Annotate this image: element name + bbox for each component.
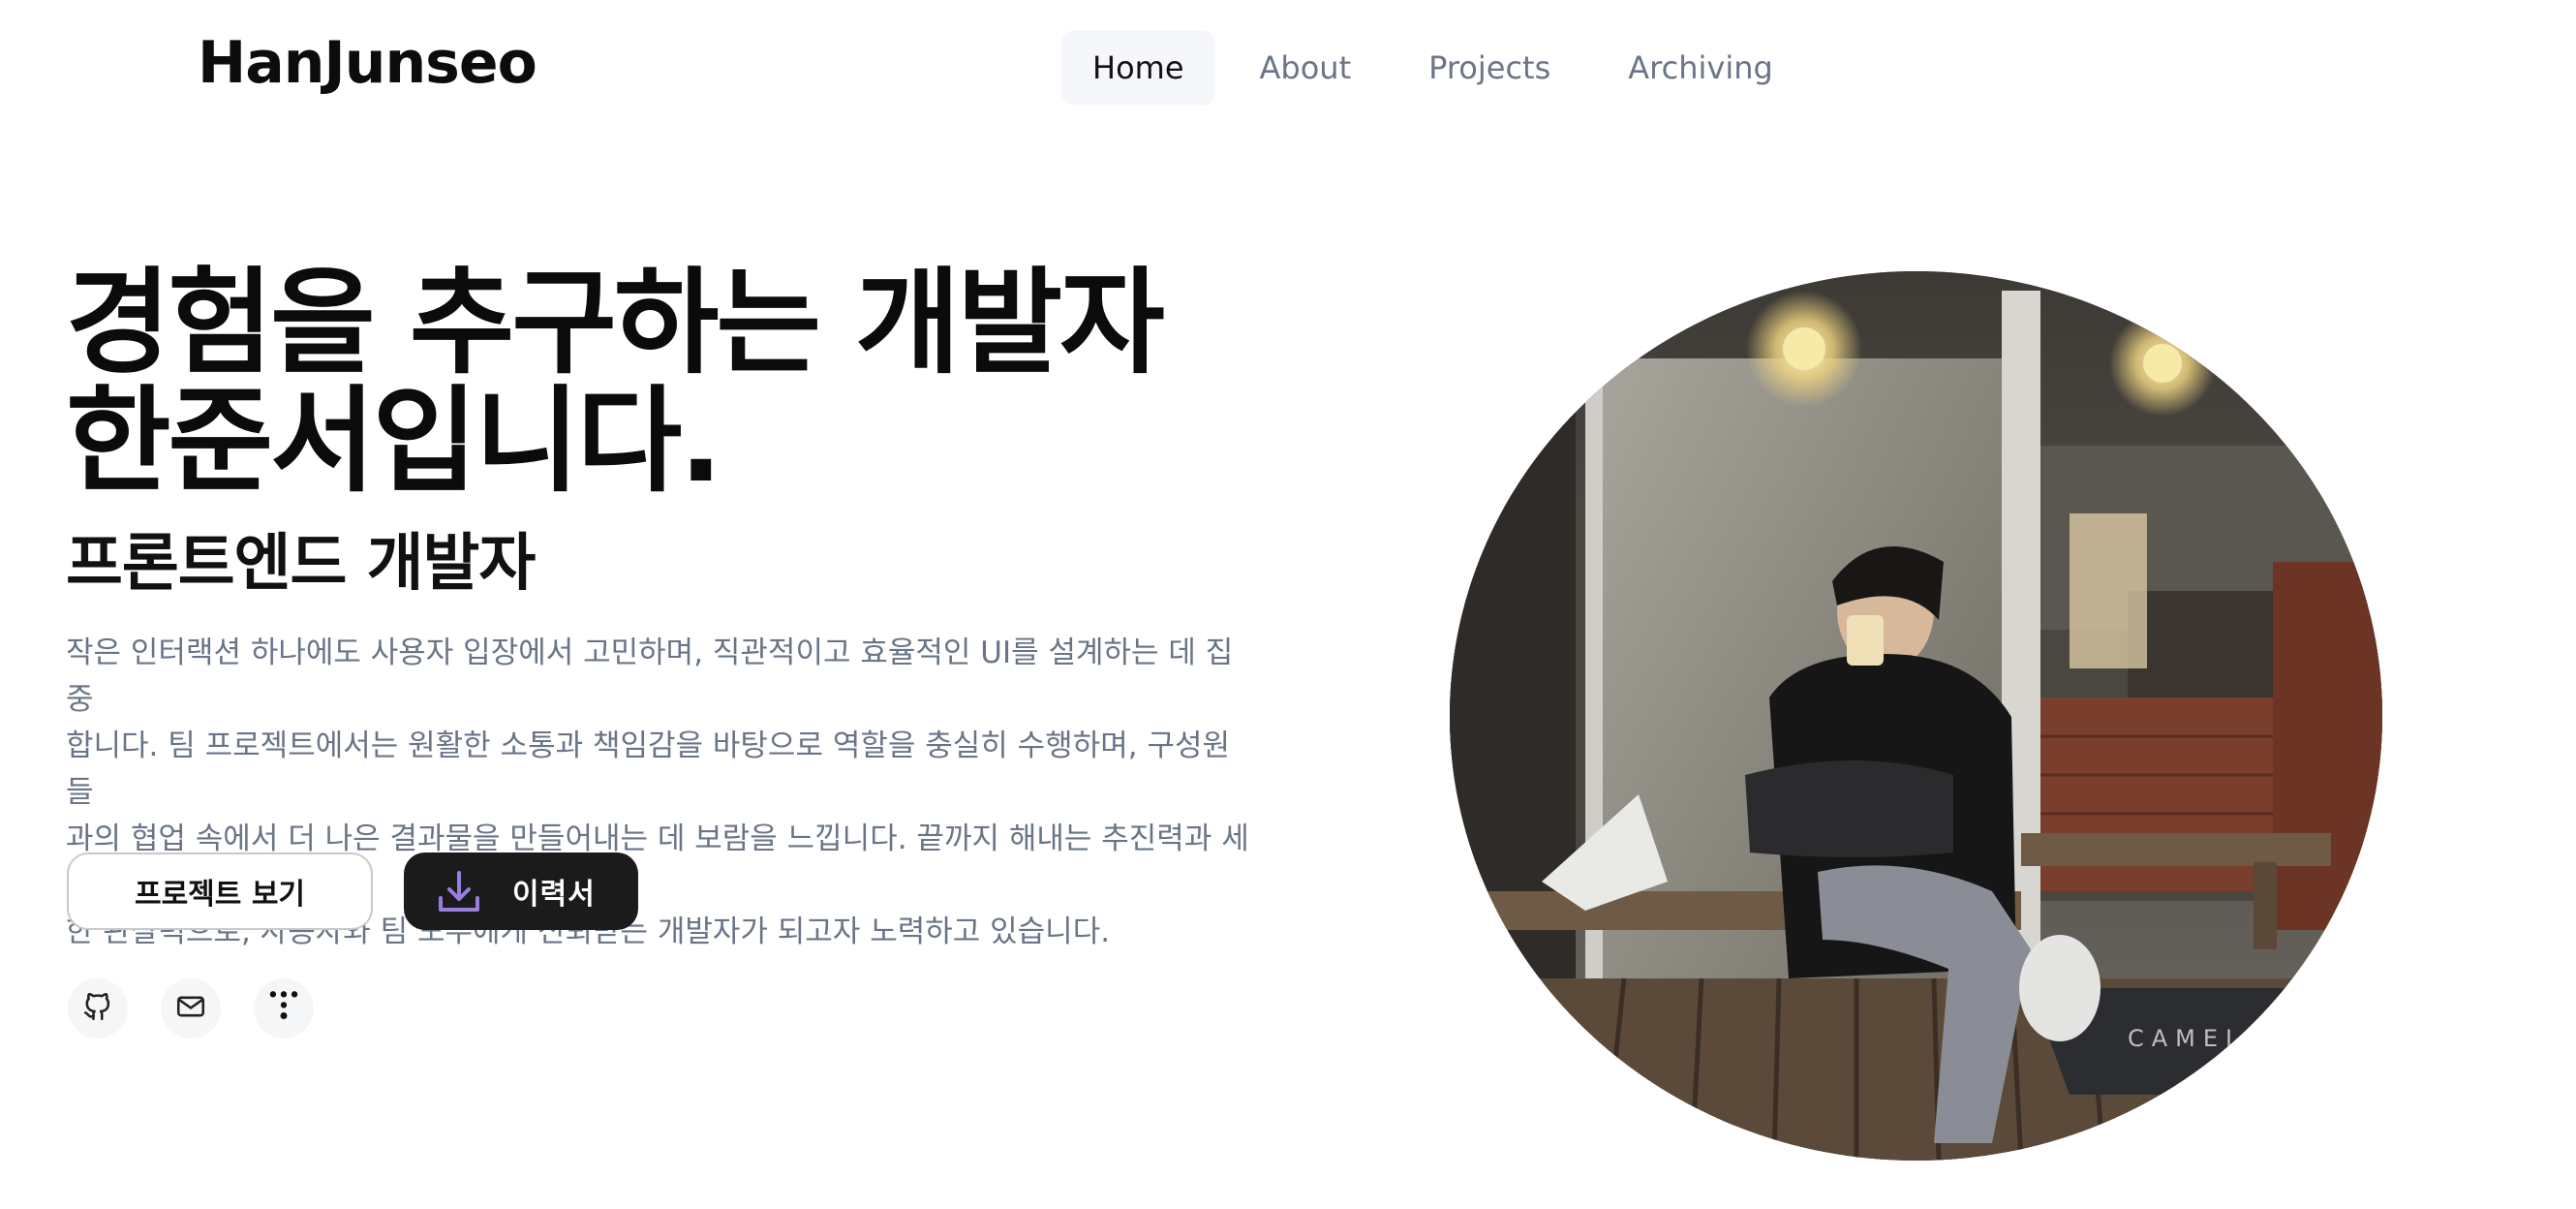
hero-subtitle: 프론트엔드 개발자: [66, 528, 536, 600]
profile-photo: CAMELA: [1450, 271, 2382, 1161]
view-projects-label: 프로젝트 보기: [134, 878, 306, 912]
social-links: [68, 978, 347, 1038]
nav-projects[interactable]: Projects: [1395, 30, 1583, 106]
description-line: 작은 인터랙션 하나에도 사용자 입장에서 고민하며, 직관적이고 효율적인 U…: [66, 636, 1234, 717]
mat-lettering: CAMELA: [2128, 1025, 2270, 1052]
mail-link[interactable]: [161, 978, 221, 1038]
cafe-photo-illustration: CAMELA: [1450, 271, 2382, 1161]
github-icon: [81, 990, 114, 1027]
github-link[interactable]: [68, 978, 128, 1038]
main-nav: Home About Projects Archiving: [1061, 30, 1806, 106]
download-icon: [435, 867, 483, 915]
mail-icon: [174, 990, 207, 1027]
resume-label: 이력서: [512, 878, 596, 912]
site-header: HanJunseo Home About Projects Archiving: [0, 0, 2576, 136]
site-logo[interactable]: HanJunseo: [198, 29, 537, 97]
resume-download-button[interactable]: 이력서: [404, 852, 638, 930]
page: HanJunseo Home About Projects Archiving …: [0, 0, 2576, 1209]
nav-home[interactable]: Home: [1061, 30, 1215, 106]
view-projects-button[interactable]: 프로젝트 보기: [67, 852, 373, 930]
nav-about[interactable]: About: [1227, 30, 1385, 106]
more-link[interactable]: [254, 978, 314, 1038]
dots-icon: [265, 988, 302, 1029]
nav-archiving[interactable]: Archiving: [1595, 30, 1806, 106]
description-line: 합니다. 팀 프로젝트에서는 원활한 소통과 책임감을 바탕으로 역할을 충실히…: [66, 728, 1231, 810]
headline-line-2: 한준서입니다.: [66, 374, 722, 508]
headline-line-1: 경험을 추구하는 개발자: [66, 256, 1165, 389]
hero-headline: 경험을 추구하는 개발자 한준서입니다.: [66, 256, 1165, 508]
